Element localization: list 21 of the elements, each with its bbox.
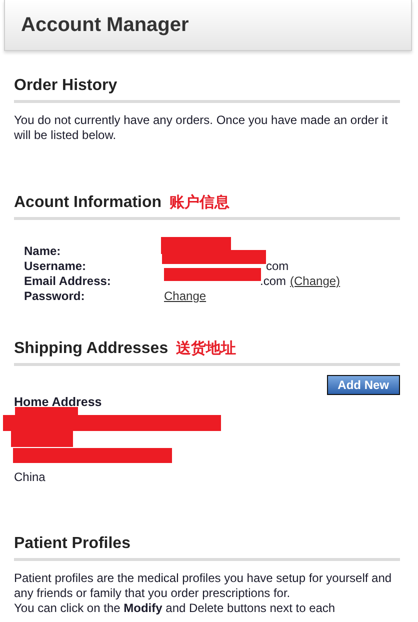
field-label: Email Address: bbox=[24, 274, 112, 288]
annotation-text: 送货地址 bbox=[176, 339, 236, 358]
annotation-text: 账户信息 bbox=[170, 193, 230, 212]
order-history-text: You do not currently have any orders. Once you have made an order it will be listed below. bbox=[14, 113, 389, 143]
change-link[interactable]: Change bbox=[164, 289, 206, 303]
profiles-text: You can click on the Modify and Delete buttons next to each bbox=[14, 601, 336, 616]
field-value: com bbox=[266, 259, 289, 273]
field-label: Name: bbox=[24, 244, 62, 258]
page-title: Account Manager bbox=[21, 14, 189, 36]
field-value: .com bbox=[260, 274, 286, 288]
change-link[interactable]: (Change) bbox=[290, 274, 340, 288]
section-heading: Shipping Addresses bbox=[14, 340, 168, 358]
profiles-text: Patient profiles are the medical profiles you have setup for yourself and any friends or family that you order prescriptions for. bbox=[14, 571, 393, 601]
address-label: Home Address bbox=[14, 395, 103, 409]
field-label: Username: bbox=[24, 259, 88, 273]
section-heading: Acount Information bbox=[14, 194, 162, 212]
section-heading: Patient Profiles bbox=[14, 535, 130, 553]
field-label: Password: bbox=[24, 289, 86, 303]
address-country: China bbox=[14, 470, 46, 485]
section-heading: Order History bbox=[14, 77, 118, 95]
add-new-button[interactable]: Add New bbox=[326, 375, 400, 395]
